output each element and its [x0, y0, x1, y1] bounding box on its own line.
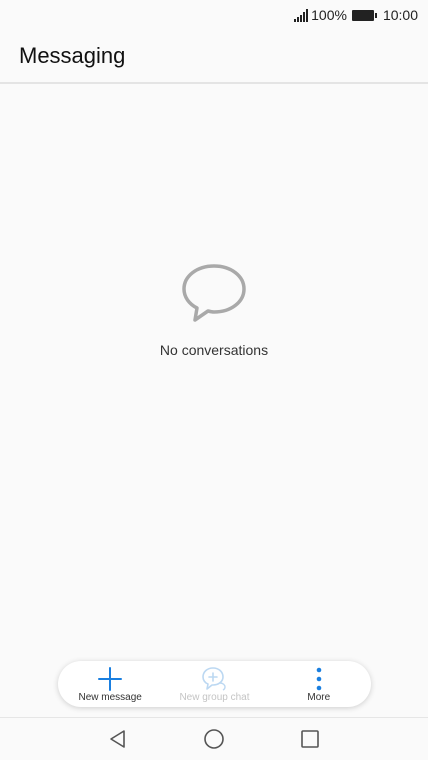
- new-message-label: New message: [78, 691, 142, 703]
- system-nav-bar: [0, 717, 428, 760]
- bottom-toolbar: New message New group chat More: [58, 661, 371, 707]
- new-message-button[interactable]: New message: [60, 666, 160, 703]
- speech-bubble-icon: [182, 264, 246, 322]
- recents-button[interactable]: [290, 719, 330, 759]
- page-title: Messaging: [19, 43, 126, 68]
- new-group-chat-button[interactable]: New group chat: [164, 666, 264, 703]
- status-bar: 100% 10:00: [0, 0, 428, 30]
- clock: 10:00: [382, 7, 418, 23]
- home-button[interactable]: [194, 719, 234, 759]
- battery-percent: 100%: [311, 7, 347, 23]
- home-icon: [204, 729, 224, 749]
- recents-icon: [301, 730, 319, 748]
- back-icon: [110, 730, 125, 748]
- signal-icon: [294, 8, 309, 22]
- more-label: More: [307, 691, 331, 703]
- app-bar: Messaging: [0, 30, 428, 84]
- empty-state-text: No conversations: [159, 342, 269, 358]
- more-vertical-icon: [316, 666, 322, 692]
- new-group-chat-label: New group chat: [179, 691, 250, 703]
- empty-state: No conversations: [0, 262, 428, 358]
- more-button[interactable]: More: [269, 666, 369, 703]
- group-chat-icon: [200, 666, 228, 692]
- battery-icon: [351, 9, 377, 21]
- plus-icon: [98, 666, 123, 692]
- back-button[interactable]: [98, 719, 138, 759]
